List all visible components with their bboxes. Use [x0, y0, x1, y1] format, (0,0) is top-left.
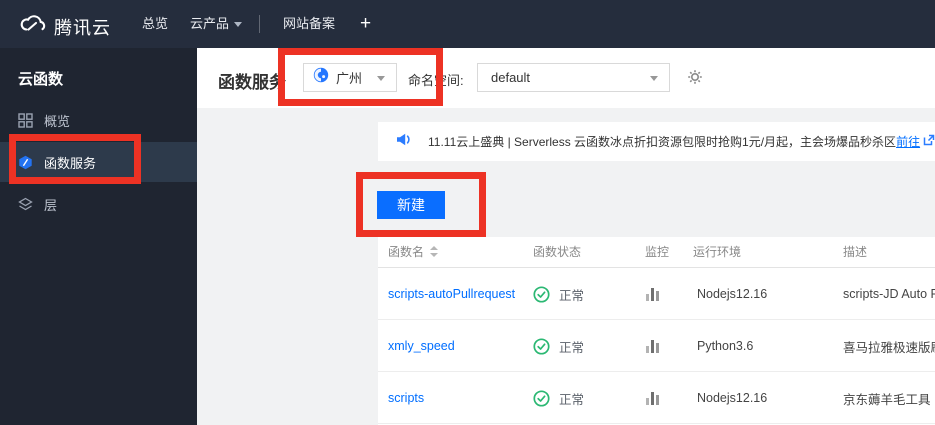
namespace-label: 命名空间:: [408, 73, 464, 88]
sort-icon[interactable]: [430, 246, 438, 257]
gear-icon[interactable]: [686, 68, 704, 86]
bar-chart-icon[interactable]: [646, 372, 659, 424]
table-header-row: 函数名 函数状态 监控 运行环境 描述: [378, 237, 935, 268]
brand-name: 腾讯云: [54, 17, 111, 38]
region-value: 广州: [336, 71, 363, 86]
function-name-link[interactable]: scripts-autoPullrequest: [388, 268, 515, 320]
status-text: 正常: [559, 340, 585, 355]
status-cell: 正常: [533, 372, 584, 424]
status-text: 正常: [559, 392, 585, 407]
check-circle-icon: [533, 389, 550, 407]
chevron-down-icon: [234, 22, 243, 28]
sidebar-item-label: 函数服务: [44, 155, 97, 171]
check-circle-icon: [533, 285, 550, 303]
sidebar-item-overview[interactable]: 概览: [0, 100, 197, 140]
description-cell: scripts-JD Auto P: [843, 287, 935, 301]
column-header-name[interactable]: 函数名: [388, 237, 424, 268]
bar-chart-icon[interactable]: [646, 320, 659, 372]
nav-cloud-products[interactable]: 云产品: [190, 0, 243, 48]
scf-hexagon-icon: [18, 155, 33, 170]
status-text: 正常: [559, 288, 585, 303]
function-table: 函数名 函数状态 监控 运行环境 描述 scripts-autoPullrequ…: [378, 237, 935, 425]
description-cell: 喜马拉雅极速版刷: [843, 340, 935, 355]
bar-chart-icon[interactable]: [646, 268, 659, 320]
megaphone-icon: [395, 131, 412, 153]
sidebar-title: 云函数: [18, 71, 64, 88]
column-header-runtime: 运行环境: [693, 245, 742, 259]
region-globe-icon: [313, 67, 329, 88]
runtime-cell: Nodejs12.16: [697, 391, 768, 405]
chevron-down-icon: [377, 76, 385, 81]
namespace-selector[interactable]: default: [477, 63, 670, 92]
function-name-link[interactable]: scripts: [388, 372, 424, 424]
layers-icon: [18, 197, 33, 212]
page-title: 函数服务: [218, 73, 286, 92]
add-tab-button[interactable]: +: [360, 0, 371, 48]
check-circle-icon: [533, 337, 550, 355]
status-cell: 正常: [533, 320, 584, 372]
column-header-description: 描述: [843, 245, 868, 259]
sidebar: 云函数 概览 函数服务 层: [0, 48, 197, 425]
page-header: 函数服务 广州 命名空间: default: [197, 48, 935, 108]
sidebar-item-layers[interactable]: 层: [0, 184, 197, 224]
runtime-cell: Nodejs12.16: [697, 287, 768, 301]
status-cell: 正常: [533, 268, 584, 320]
table-row: scripts-autoPullrequest 正常 Nodejs12.16 s…: [378, 268, 935, 320]
function-name-link[interactable]: xmly_speed: [388, 320, 455, 372]
table-row: scripts 正常 Nodejs12.16 京东薅羊毛工具: [378, 372, 935, 424]
banner-text: 11.11云上盛典 | Serverless 云函数冰点折扣资源包限时抢购1元/…: [428, 135, 897, 149]
sidebar-item-label: 层: [44, 197, 58, 213]
external-link-icon[interactable]: [923, 133, 935, 151]
column-header-status: 函数状态: [533, 245, 582, 259]
namespace-value: default: [491, 70, 531, 85]
column-header-monitor: 监控: [645, 245, 670, 259]
runtime-cell: Python3.6: [697, 339, 754, 353]
create-function-button[interactable]: 新建: [377, 191, 445, 219]
promo-banner: 11.11云上盛典 | Serverless 云函数冰点折扣资源包限时抢购1元/…: [378, 122, 935, 161]
description-cell: 京东薅羊毛工具: [843, 392, 931, 407]
region-selector[interactable]: 广州: [303, 63, 397, 92]
banner-go-link[interactable]: 前往: [896, 133, 920, 150]
sidebar-item-label: 概览: [44, 113, 71, 129]
top-navigation-bar: 腾讯云 总览 云产品 网站备案 +: [0, 0, 935, 48]
nav-overview[interactable]: 总览: [142, 0, 168, 48]
cloud-logo-icon: [16, 13, 46, 40]
nav-website-icp[interactable]: 网站备案: [283, 0, 335, 48]
tencent-cloud-logo[interactable]: 腾讯云: [16, 13, 111, 40]
nav-divider: [259, 15, 260, 33]
table-row: xmly_speed 正常 Python3.6 喜马拉雅极速版刷: [378, 320, 935, 372]
chevron-down-icon: [650, 76, 658, 81]
grid-icon: [18, 112, 33, 128]
sidebar-item-function-service[interactable]: 函数服务: [0, 142, 197, 182]
